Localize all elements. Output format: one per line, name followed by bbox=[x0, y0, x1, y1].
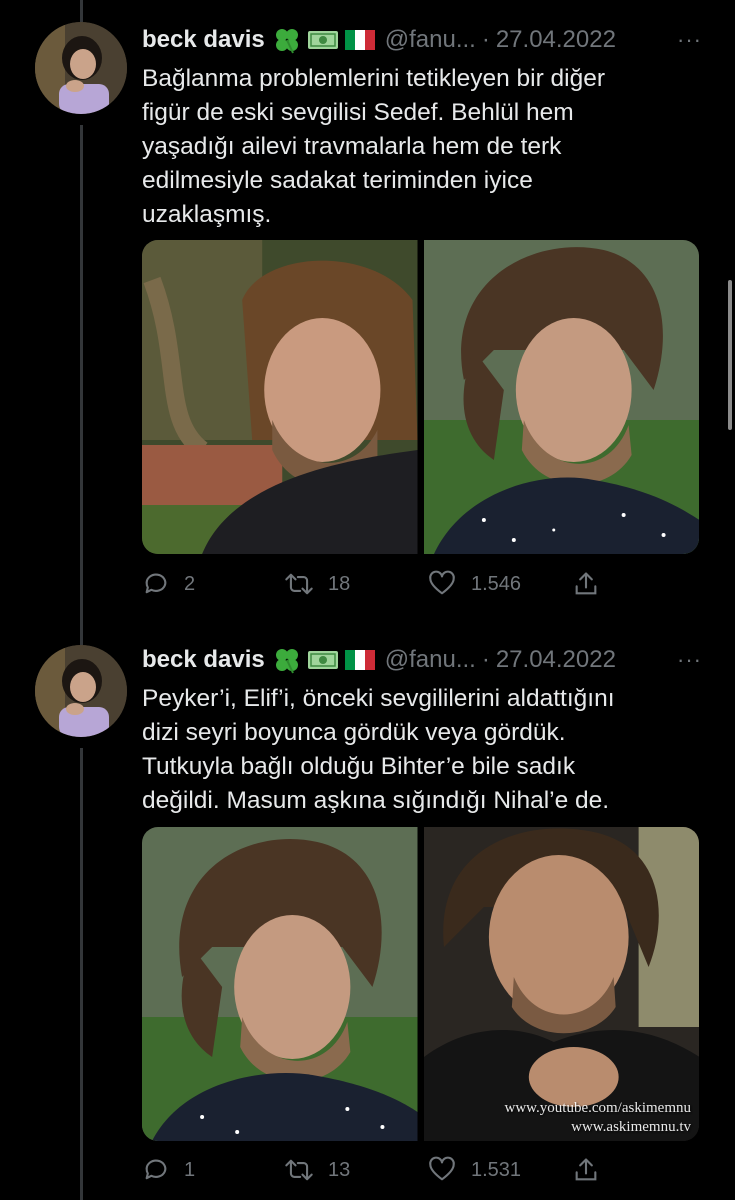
reply-button[interactable]: 2 bbox=[142, 569, 195, 599]
thread-line-top bbox=[80, 0, 83, 22]
retweet-icon bbox=[285, 573, 313, 595]
avatar[interactable] bbox=[35, 645, 127, 737]
photo-man-portrait-garden[interactable] bbox=[142, 240, 418, 554]
reply-count: 2 bbox=[184, 572, 196, 595]
reply-icon bbox=[145, 1159, 167, 1180]
tweet-actions: 2 18 1.546 bbox=[142, 569, 612, 599]
italy-flag-icon bbox=[344, 30, 375, 50]
retweet-button[interactable]: 18 bbox=[284, 569, 350, 599]
retweet-count: 13 bbox=[328, 1158, 351, 1181]
italy-flag-icon bbox=[344, 650, 375, 670]
display-name[interactable]: beck davis bbox=[142, 646, 265, 674]
photo-man-portrait-smiling[interactable]: www.youtube.com/askimemnu www.askimemnu.… bbox=[423, 827, 699, 1141]
four-leaf-clover-icon bbox=[275, 29, 298, 54]
tweet-text: Peyker’i, Elif’i, önceki sevgililerini a… bbox=[142, 682, 702, 818]
retweet-icon bbox=[285, 1159, 313, 1181]
display-name[interactable]: beck davis bbox=[142, 26, 265, 54]
four-leaf-clover-icon bbox=[275, 649, 298, 674]
tweet-text-line: uzaklaşmış. bbox=[142, 201, 272, 228]
tweet-text-line: yaşadığı ailevi travmalarla hem de terk bbox=[142, 133, 562, 160]
share-button[interactable] bbox=[572, 1155, 600, 1185]
retweet-count: 18 bbox=[328, 572, 351, 595]
handle[interactable]: @fanu... bbox=[385, 26, 476, 54]
more-options-icon[interactable]: ··· bbox=[677, 647, 702, 673]
tweet-text-line: Tutkuyla bağlı olduğu Bihter’e bile sadı… bbox=[142, 753, 576, 780]
reply-count: 1 bbox=[184, 1158, 196, 1181]
tweet-text-line: figür de eski sevgilisi Sedef. Behlül he… bbox=[142, 99, 574, 126]
like-button[interactable]: 1.546 bbox=[427, 569, 521, 599]
thread-line-middle bbox=[80, 125, 83, 650]
tweet-media bbox=[142, 240, 699, 554]
photo-man-portrait-starry-shirt[interactable] bbox=[423, 240, 699, 554]
tweet-media: www.youtube.com/askimemnu www.askimemnu.… bbox=[142, 827, 699, 1141]
share-icon bbox=[575, 1158, 597, 1181]
watermark-line: www.youtube.com/askimemnu bbox=[504, 1100, 692, 1116]
tweet-date[interactable]: 27.04.2022 bbox=[496, 26, 616, 54]
tweet-header: beck davis @fanu... · 27.04.2022 ··· bbox=[142, 22, 702, 58]
like-count: 1.531 bbox=[471, 1158, 522, 1181]
tweet-date[interactable]: 27.04.2022 bbox=[496, 646, 616, 674]
like-button[interactable]: 1.531 bbox=[427, 1155, 521, 1185]
share-button[interactable] bbox=[572, 569, 600, 599]
tweet-text-line: edilmesiyle sadakat teriminden iyice bbox=[142, 167, 533, 194]
heart-icon bbox=[429, 570, 455, 595]
separator-dot: · bbox=[481, 26, 490, 53]
tweet-text-line: değildi. Masum aşkına sığındığı Nihal’e … bbox=[142, 787, 610, 814]
retweet-button[interactable]: 13 bbox=[284, 1155, 350, 1185]
handle[interactable]: @fanu... bbox=[385, 646, 476, 674]
separator-dot: · bbox=[481, 646, 490, 673]
heart-icon bbox=[429, 1156, 455, 1181]
tweet-text-line: Bağlanma problemlerini tetikleyen bir di… bbox=[142, 65, 606, 92]
reply-icon bbox=[145, 573, 167, 594]
photo-man-portrait-starry-shirt[interactable] bbox=[142, 827, 418, 1141]
share-icon bbox=[575, 572, 597, 595]
tweet-text-line: Peyker’i, Elif’i, önceki sevgililerini a… bbox=[142, 685, 615, 712]
dollar-banknote-icon bbox=[307, 31, 338, 49]
avatar[interactable] bbox=[35, 22, 127, 114]
tweet-text: Bağlanma problemlerini tetikleyen bir di… bbox=[142, 62, 702, 232]
thread-line-bottom bbox=[80, 748, 83, 1200]
video-watermark: www.youtube.com/askimemnu www.askimemnu.… bbox=[505, 1099, 692, 1137]
tweet-actions: 1 13 1.531 bbox=[142, 1155, 612, 1185]
more-options-icon[interactable]: ··· bbox=[677, 27, 702, 53]
tweet-text-line: dizi seyri boyunca gördük veya gördük. bbox=[142, 719, 566, 746]
dollar-banknote-icon bbox=[307, 651, 338, 669]
watermark-line: www.askimemnu.tv bbox=[571, 1119, 691, 1135]
reply-button[interactable]: 1 bbox=[142, 1155, 195, 1185]
like-count: 1.546 bbox=[471, 572, 522, 595]
scrollbar[interactable] bbox=[728, 280, 732, 430]
tweet-header: beck davis @fanu... · 27.04.2022 ··· bbox=[142, 642, 702, 678]
